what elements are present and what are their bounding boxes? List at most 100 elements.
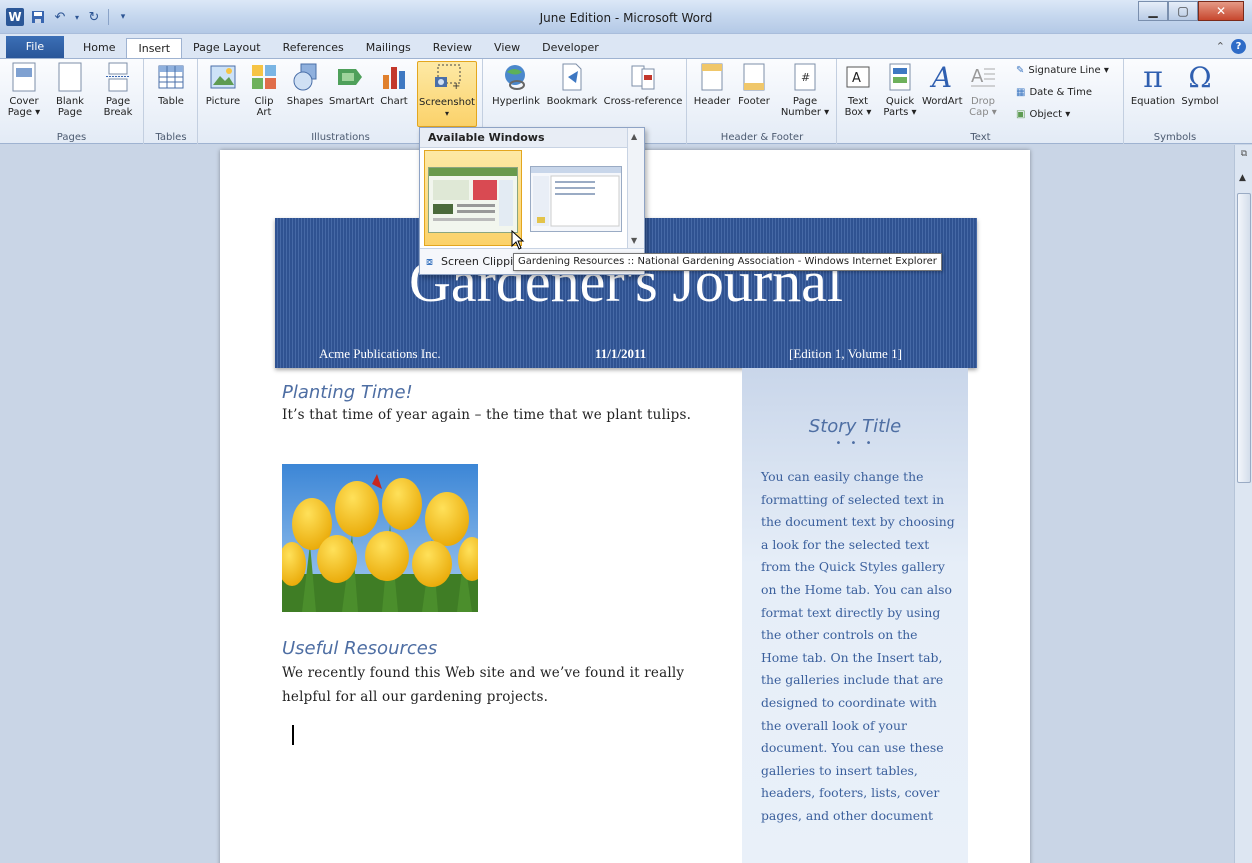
svg-text:A: A bbox=[971, 66, 984, 87]
text-box-icon: A bbox=[843, 61, 873, 93]
picture-icon bbox=[208, 61, 238, 93]
page-number-icon: # bbox=[790, 61, 820, 93]
window-title: June Edition - Microsoft Word bbox=[539, 11, 713, 25]
svg-text:+: + bbox=[452, 81, 460, 92]
sidebar-text: You can easily change the formatting of … bbox=[761, 469, 955, 823]
hyperlink-icon bbox=[501, 61, 531, 93]
signature-line-icon: ✎ bbox=[1016, 65, 1025, 76]
table-icon bbox=[156, 61, 186, 93]
close-button[interactable]: ✕ bbox=[1198, 1, 1244, 21]
paragraph-planting: It’s that time of year again – the time … bbox=[282, 407, 692, 423]
wordart-icon: A bbox=[931, 60, 953, 94]
edition-text: [Edition 1, Volume 1] bbox=[789, 346, 902, 361]
minimize-button[interactable]: ▁ bbox=[1138, 1, 1168, 21]
picture-button[interactable]: Picture bbox=[203, 61, 243, 107]
window-controls: ▁ ▢ ✕ bbox=[1138, 1, 1244, 21]
cross-reference-icon bbox=[628, 61, 658, 93]
scroll-up-icon[interactable]: ▲ bbox=[1239, 173, 1246, 183]
svg-text:A: A bbox=[852, 71, 861, 86]
clip-art-button[interactable]: Clip Art bbox=[247, 61, 281, 118]
footer-button[interactable]: Footer bbox=[734, 61, 774, 107]
calendar-icon: ▦ bbox=[1016, 87, 1026, 98]
chart-icon bbox=[379, 61, 409, 93]
window-tooltip: Gardening Resources :: National Gardenin… bbox=[513, 253, 942, 271]
object-icon: ▣ bbox=[1016, 109, 1026, 120]
group-pages: Cover Page ▾ Blank Page Page Break Pages bbox=[0, 59, 144, 144]
heading-planting-time: Planting Time! bbox=[282, 382, 413, 403]
table-button[interactable]: Table bbox=[151, 61, 191, 107]
sidebar-title: Story Title bbox=[808, 416, 902, 437]
ribbon-tab-bar: File Home Insert Page Layout References … bbox=[0, 34, 1252, 59]
mouse-pointer-icon bbox=[511, 229, 525, 253]
vertical-scrollbar[interactable]: ⧉ ▲ bbox=[1234, 145, 1252, 863]
publisher-text: Acme Publications Inc. bbox=[319, 346, 441, 361]
tab-insert[interactable]: Insert bbox=[126, 38, 183, 59]
equation-button[interactable]: π Equation bbox=[1129, 61, 1177, 107]
title-bar: W ↶ ▾ ↻ ▾ June Edition - Microsoft Word … bbox=[0, 0, 1252, 34]
bookmark-button[interactable]: Bookmark bbox=[544, 61, 600, 107]
cover-page-icon bbox=[9, 61, 39, 93]
text-cursor bbox=[292, 725, 294, 745]
tab-file[interactable]: File bbox=[6, 36, 64, 58]
signature-line-button[interactable]: ✎ Signature Line ▾ bbox=[1016, 65, 1109, 76]
shapes-icon bbox=[290, 61, 320, 93]
page-number-button[interactable]: # Page Number ▾ bbox=[780, 61, 830, 118]
bookmark-icon bbox=[557, 61, 587, 93]
group-header-footer: Header Footer # Page Number ▾ Header & F… bbox=[688, 59, 837, 144]
window-thumbnail-explorer[interactable] bbox=[530, 166, 622, 232]
help-icon[interactable]: ? bbox=[1231, 39, 1246, 54]
date-time-button[interactable]: ▦ Date & Time bbox=[1016, 87, 1092, 98]
clip-art-icon bbox=[249, 61, 279, 93]
text-box-button[interactable]: A Text Box ▾ bbox=[840, 61, 876, 118]
gallery-scrollbar[interactable]: ▲ ▼ bbox=[627, 128, 644, 250]
tab-review[interactable]: Review bbox=[422, 38, 483, 58]
tab-mailings[interactable]: Mailings bbox=[355, 38, 422, 58]
chart-button[interactable]: Chart bbox=[377, 61, 411, 107]
symbol-button[interactable]: Ω Symbol bbox=[1179, 61, 1221, 107]
tulip-photo bbox=[282, 464, 478, 612]
pi-icon: π bbox=[1143, 59, 1163, 95]
svg-text:#: # bbox=[801, 71, 810, 84]
tab-page-layout[interactable]: Page Layout bbox=[182, 38, 272, 58]
screenshot-icon: + bbox=[432, 62, 462, 94]
hyperlink-button[interactable]: Hyperlink bbox=[488, 61, 544, 107]
minimize-ribbon-icon[interactable]: ⌃ bbox=[1216, 40, 1225, 53]
group-tables: Table Tables bbox=[145, 59, 198, 144]
sidebar-divider: • • • bbox=[835, 438, 875, 449]
gallery-scroll-up-icon[interactable]: ▲ bbox=[631, 132, 637, 141]
cross-reference-button[interactable]: Cross-reference bbox=[602, 61, 684, 107]
blank-page-button[interactable]: Blank Page bbox=[50, 61, 90, 118]
cover-page-button[interactable]: Cover Page ▾ bbox=[4, 61, 44, 118]
page-break-icon bbox=[103, 61, 133, 93]
quick-parts-icon bbox=[885, 61, 915, 93]
window-thumbnail-browser[interactable] bbox=[424, 150, 522, 246]
wordart-button[interactable]: A WordArt bbox=[922, 60, 963, 107]
view-ruler-icon[interactable]: ⧉ bbox=[1237, 149, 1251, 163]
blank-page-icon bbox=[55, 61, 85, 93]
group-symbols: π Equation Ω Symbol Symbols bbox=[1125, 59, 1225, 144]
tab-references[interactable]: References bbox=[272, 38, 355, 58]
drop-cap-icon: A bbox=[968, 61, 998, 93]
screen-clipping-icon: ⧇ bbox=[426, 254, 433, 268]
group-text: A Text Box ▾ Quick Parts ▾ A WordArt A D… bbox=[838, 59, 1124, 144]
tab-home[interactable]: Home bbox=[72, 38, 126, 58]
screenshot-dropdown-arrow: ▾ bbox=[444, 109, 449, 118]
available-windows-header: Available Windows bbox=[420, 128, 644, 148]
maximize-button[interactable]: ▢ bbox=[1168, 1, 1198, 21]
header-icon bbox=[697, 61, 727, 93]
object-button[interactable]: ▣ Object ▾ bbox=[1016, 109, 1070, 120]
screenshot-button[interactable]: + Screenshot ▾ bbox=[417, 61, 477, 127]
tab-developer[interactable]: Developer bbox=[531, 38, 610, 58]
paragraph-resources: We recently found this Web site and we’v… bbox=[282, 665, 685, 705]
shapes-button[interactable]: Shapes bbox=[285, 61, 325, 107]
issue-date: 11/1/2011 bbox=[595, 346, 647, 361]
quick-parts-button[interactable]: Quick Parts ▾ bbox=[880, 61, 920, 118]
scrollbar-thumb[interactable] bbox=[1237, 193, 1251, 483]
page-break-button[interactable]: Page Break bbox=[98, 61, 138, 118]
heading-useful-resources: Useful Resources bbox=[282, 638, 438, 659]
tab-view[interactable]: View bbox=[483, 38, 531, 58]
smartart-button[interactable]: SmartArt bbox=[329, 61, 374, 107]
gallery-scroll-down-icon[interactable]: ▼ bbox=[631, 236, 637, 245]
header-button[interactable]: Header bbox=[692, 61, 732, 107]
drop-cap-button[interactable]: A Drop Cap ▾ bbox=[966, 61, 1000, 118]
